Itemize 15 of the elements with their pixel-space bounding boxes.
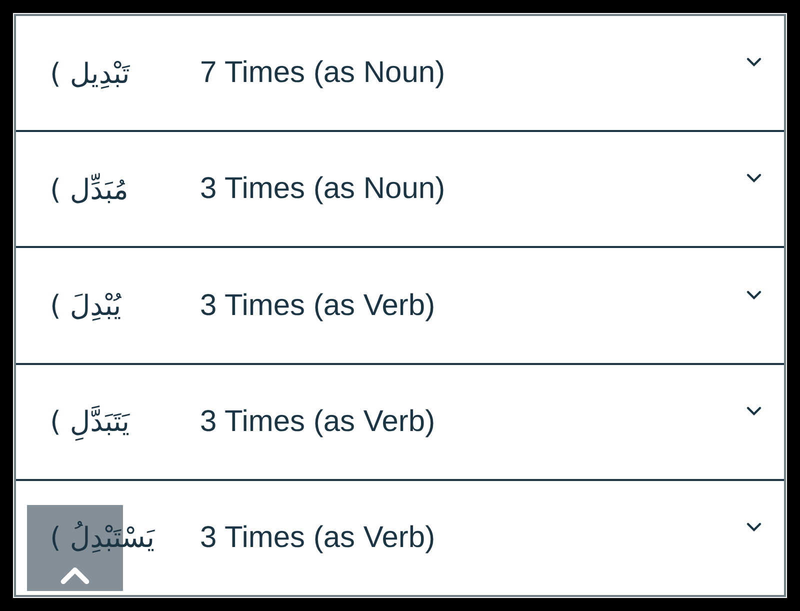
count-label: 3 Times (as Verb) [200, 288, 436, 322]
chevron-icon[interactable] [746, 57, 762, 68]
arabic-word: ( تَبْدِيل [50, 56, 131, 90]
chevron-icon[interactable] [746, 173, 762, 184]
caret-up-icon [58, 565, 92, 585]
count-label: 3 Times (as Noun) [200, 172, 446, 206]
count-label: 3 Times (as Verb) [200, 404, 436, 439]
count-label: 7 Times (as Noun) [200, 56, 446, 90]
chevron-icon[interactable] [746, 406, 762, 416]
chevron-icon[interactable] [746, 290, 762, 300]
count-label: 3 Times (as Verb) [200, 520, 436, 555]
arabic-word: ( مُبَدِّل [50, 172, 130, 206]
arabic-word: ( يَتَبَدَّلِ [50, 405, 200, 438]
chevron-icon[interactable] [746, 522, 762, 532]
arabic-word: ( يُبْدِلَ [50, 289, 122, 322]
